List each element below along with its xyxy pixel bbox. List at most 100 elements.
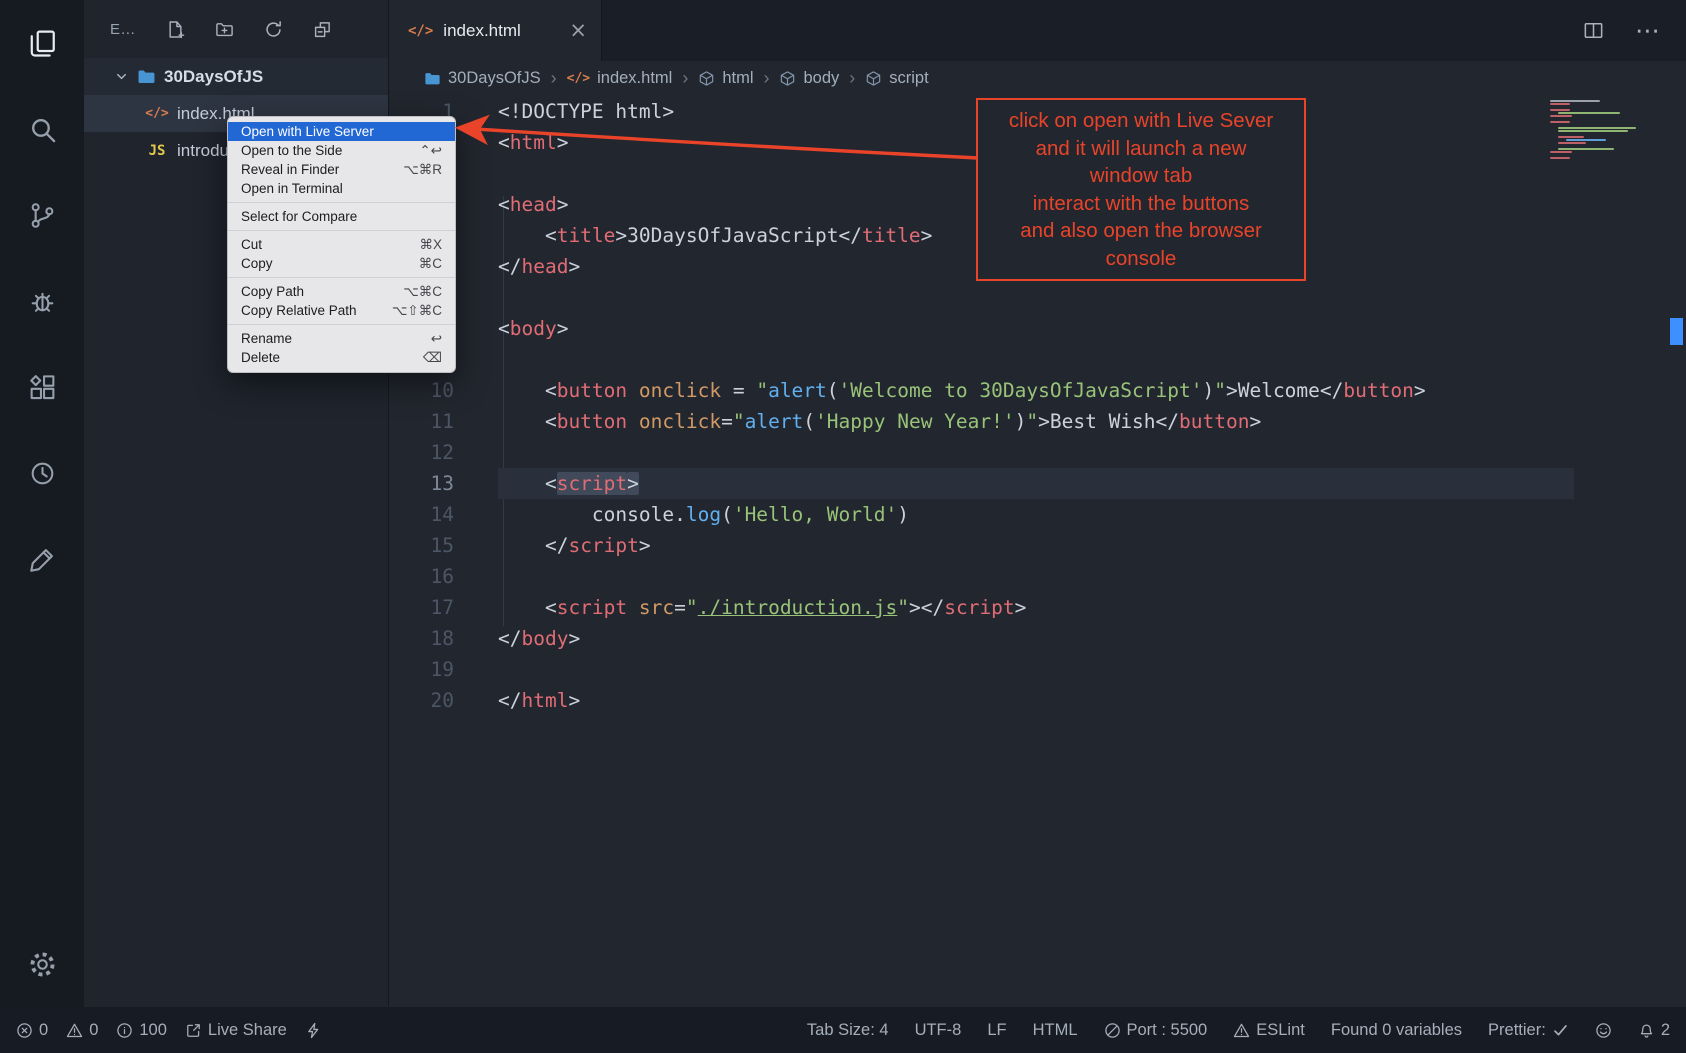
menu-item-select-for-compare[interactable]: Select for Compare [228,207,455,226]
code-token: button [557,410,627,433]
code-token: = [721,379,756,402]
extensions-icon[interactable] [0,344,84,430]
code-line[interactable]: <body> [498,313,1574,344]
code-line[interactable] [498,282,1574,313]
status-label: ESLint [1256,1021,1305,1040]
code-token: > [639,534,651,557]
tab-index-html[interactable]: </> index.html × [388,0,602,61]
status-tab-size[interactable]: Tab Size: 4 [807,1021,889,1040]
breadcrumb-item-script[interactable]: script [865,69,928,88]
status-language-mode[interactable]: HTML [1033,1021,1078,1040]
line-number[interactable]: 14 [388,499,454,530]
code-line[interactable] [498,561,1574,592]
status-problems-errors[interactable]: 0 [16,1021,48,1040]
line-number[interactable]: 11 [388,406,454,437]
status-lightning[interactable] [305,1022,322,1039]
menu-item-copy-relative-path[interactable]: Copy Relative Path⌥⇧⌘C [228,301,455,320]
source-control-icon[interactable] [0,172,84,258]
new-file-icon[interactable] [166,20,185,39]
status-found-variables[interactable]: Found 0 variables [1331,1021,1462,1040]
line-number[interactable]: 13 [388,468,454,499]
status-encoding[interactable]: UTF-8 [915,1021,962,1040]
line-number[interactable]: 17 [388,592,454,623]
line-number[interactable]: 15 [388,530,454,561]
status-live-server-port[interactable]: Port : 5500 [1104,1021,1208,1040]
code-token: " [733,410,745,433]
code-line[interactable]: <button onclick = "alert('Welcome to 30D… [498,375,1574,406]
status-eslint[interactable]: ESLint [1233,1021,1305,1040]
status-label: Tab Size: 4 [807,1021,889,1040]
code-token: ./introduction.js [698,596,898,619]
code-token: > [1249,410,1261,433]
pen-icon[interactable] [0,516,84,602]
line-number[interactable]: 18 [388,623,454,654]
code-line[interactable] [498,437,1574,468]
status-problems-warnings[interactable]: 0 [66,1021,98,1040]
folder-icon [424,70,441,87]
gear-icon[interactable] [0,921,84,1007]
breadcrumb-item-body[interactable]: body [779,69,839,88]
code-line[interactable]: console.log('Hello, World') [498,499,1574,530]
code-token [627,410,639,433]
minimap[interactable] [1550,100,1642,160]
refresh-icon[interactable] [264,20,283,39]
code-token: <!DOCTYPE html> [498,100,674,123]
line-number[interactable]: 16 [388,561,454,592]
code-token: </ [498,534,568,557]
line-number[interactable]: 12 [388,437,454,468]
code-token: >30DaysOfJavaScript</ [615,224,862,247]
files-icon[interactable] [0,0,84,86]
status-notifications-bell[interactable]: 2 [1638,1021,1670,1040]
close-icon[interactable]: × [569,19,587,43]
code-token: >Best Wish</ [1038,410,1179,433]
code-token: ( [721,503,733,526]
line-number[interactable]: 20 [388,685,454,716]
breadcrumb-item-html[interactable]: html [698,69,753,88]
menu-item-cut[interactable]: Cut⌘X [228,235,455,254]
code-line[interactable]: <script src="./introduction.js"></script… [498,592,1574,623]
menu-item-copy-path[interactable]: Copy Path⌥⌘C [228,282,455,301]
status-eol[interactable]: LF [987,1021,1006,1040]
explorer-header: E… [84,0,388,58]
code-token: > [921,224,933,247]
code-line[interactable]: <button onclick="alert('Happy New Year!'… [498,406,1574,437]
line-number[interactable]: 10 [388,375,454,406]
code-line[interactable]: </html> [498,685,1574,716]
split-editor[interactable] [1582,19,1605,42]
more-actions[interactable]: ⋯ [1635,23,1660,38]
code-token: onclick [639,379,721,402]
breadcrumb-item-index-html[interactable]: </>index.html [567,69,673,88]
minimap-line [1558,127,1636,129]
menu-item-reveal-in-finder[interactable]: Reveal in Finder⌥⌘R [228,160,455,179]
menu-separator [228,277,455,278]
history-icon[interactable] [0,430,84,516]
collapse-all-icon[interactable] [313,20,332,39]
debug-icon[interactable] [0,258,84,344]
status-live-share[interactable]: Live Share [185,1021,287,1040]
status-problems-info[interactable]: 100 [116,1021,167,1040]
menu-item-open-with-live-server[interactable]: Open with Live Server [228,122,455,141]
code-token: button [1179,410,1249,433]
menu-item-shortcut: ⌘X [419,235,442,254]
code-line[interactable]: </script> [498,530,1574,561]
menu-item-open-to-the-side[interactable]: Open to the Side⌃↩ [228,141,455,160]
code-token: 'Hello, World' [733,503,897,526]
status-feedback-smiley[interactable] [1595,1022,1612,1039]
folder-root-row[interactable]: 30DaysOfJS [84,58,388,95]
menu-item-label: Copy Path [241,282,391,301]
menu-item-open-in-terminal[interactable]: Open in Terminal [228,179,455,198]
code-line[interactable] [498,344,1574,375]
code-line[interactable]: </body> [498,623,1574,654]
line-number[interactable]: 19 [388,654,454,685]
menu-item-delete[interactable]: Delete⌫ [228,348,455,367]
menu-item-copy[interactable]: Copy⌘C [228,254,455,273]
code-line[interactable]: <script> [498,468,1574,499]
cube-icon [865,70,882,87]
breadcrumb-item-30daysofjs[interactable]: 30DaysOfJS [424,69,541,88]
new-folder-icon[interactable] [215,20,234,39]
breadcrumb-separator: › [849,68,855,89]
search-icon[interactable] [0,86,84,172]
menu-item-rename[interactable]: Rename↩ [228,329,455,348]
code-line[interactable] [498,654,1574,685]
status-prettier[interactable]: Prettier: [1488,1021,1569,1040]
